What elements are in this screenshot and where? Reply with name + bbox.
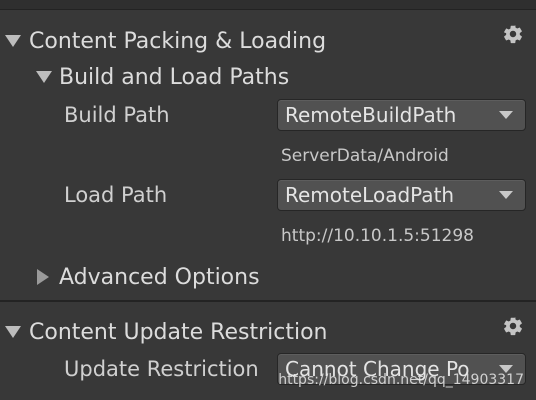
content-packing-title: Content Packing & Loading: [29, 28, 327, 54]
load-path-dropdown[interactable]: RemoteLoadPath: [277, 179, 526, 211]
inspector-panel: Content Packing & Loading Build and Load…: [0, 0, 536, 400]
content-update-title: Content Update Restriction: [29, 319, 328, 345]
update-restriction-label: Update Restriction: [64, 357, 259, 381]
dropdown-arrow-icon: [499, 191, 513, 199]
load-path-selected: RemoteLoadPath: [285, 183, 455, 207]
dropdown-arrow-icon: [499, 111, 513, 119]
build-path-selected: RemoteBuildPath: [285, 103, 457, 127]
advanced-options-header[interactable]: Advanced Options: [0, 262, 260, 292]
gear-icon[interactable]: [502, 315, 524, 337]
build-load-paths-header[interactable]: Build and Load Paths: [0, 62, 289, 92]
load-path-label: Load Path: [64, 183, 168, 207]
triangle-down-icon: [5, 326, 21, 338]
triangle-down-icon: [5, 35, 21, 47]
content-packing-header[interactable]: Content Packing & Loading: [0, 26, 326, 56]
triangle-down-icon: [36, 71, 52, 83]
build-path-resolved: ServerData/Android: [281, 146, 449, 166]
build-load-paths-title: Build and Load Paths: [59, 64, 290, 90]
advanced-options-title: Advanced Options: [59, 264, 260, 290]
load-path-resolved: http://10.10.1.5:51298: [281, 226, 474, 246]
build-path-label: Build Path: [64, 103, 170, 127]
content-update-header[interactable]: Content Update Restriction: [0, 317, 327, 347]
gear-icon[interactable]: [502, 23, 524, 45]
triangle-right-icon: [37, 269, 49, 285]
watermark-text: https://blog.csdn.net/qq_14903317: [278, 372, 524, 388]
content-packing-section: Content Packing & Loading Build and Load…: [0, 0, 536, 300]
build-path-dropdown[interactable]: RemoteBuildPath: [277, 99, 526, 131]
